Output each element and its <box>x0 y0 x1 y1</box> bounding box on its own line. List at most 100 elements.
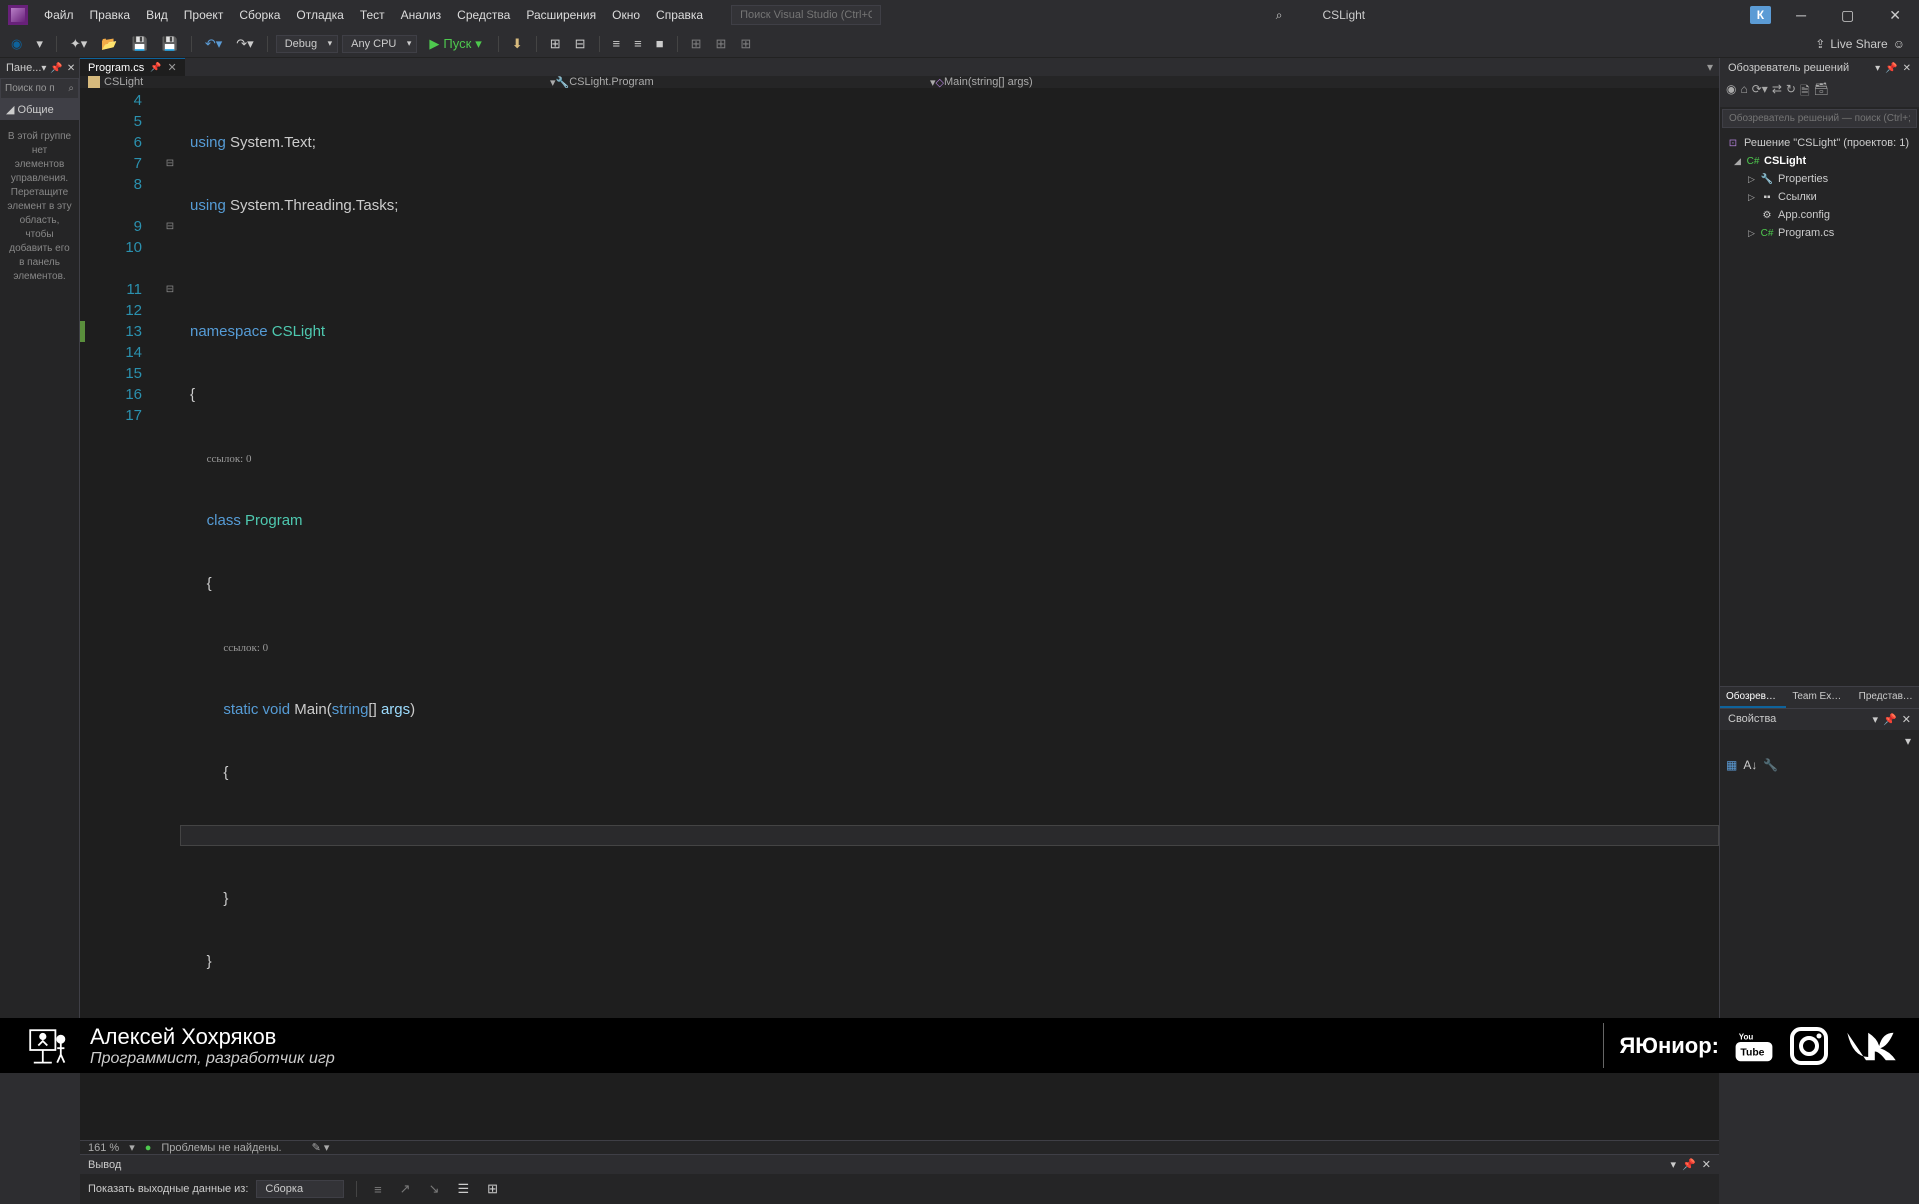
menu-help[interactable]: Справка <box>648 4 711 26</box>
maximize-button[interactable]: ▢ <box>1831 1 1864 30</box>
output-tb-1[interactable]: ≡ <box>369 1179 387 1200</box>
solution-tree[interactable]: ⊡ Решение "CSLight" (проектов: 1) ◢ C# C… <box>1720 130 1919 686</box>
se-close-icon[interactable]: ✕ <box>1903 63 1911 74</box>
pin-icon[interactable]: 📌 <box>50 63 62 74</box>
tab-program[interactable]: Program.cs 📌 ✕ <box>80 58 185 76</box>
props-alpha-icon[interactable]: A↓ <box>1743 758 1757 772</box>
menu-debug[interactable]: Отладка <box>288 4 351 26</box>
menu-tools[interactable]: Средства <box>449 4 518 26</box>
forward-button[interactable]: ▾ <box>31 33 48 55</box>
pin-tab-icon[interactable]: 📌 <box>150 62 161 73</box>
live-share-button[interactable]: ⇪ Live Share ☺ <box>1815 37 1905 51</box>
tb-icon-4[interactable]: ≡ <box>629 33 647 54</box>
breadcrumb[interactable]: CSLight ▾ 🔧 CSLight.Program ▾ ◇ Main(str… <box>80 76 1719 88</box>
output-tb-4[interactable]: ☰ <box>452 1178 474 1200</box>
se-tab-view[interactable]: Представле... <box>1853 687 1919 708</box>
menu-edit[interactable]: Правка <box>82 4 139 26</box>
se-tb-1[interactable]: ⌂ <box>1740 82 1747 103</box>
se-tb-2[interactable]: ⟳▾ <box>1752 82 1768 103</box>
menu-view[interactable]: Вид <box>138 4 176 26</box>
save-all-button[interactable]: 💾 <box>157 33 183 55</box>
global-search[interactable] <box>731 5 881 25</box>
open-button[interactable]: 📂 <box>96 33 122 55</box>
se-tb-4[interactable]: 🗎 <box>1800 82 1810 103</box>
config-dropdown[interactable]: Debug <box>276 35 338 53</box>
se-tab-team[interactable]: Team Explor... <box>1786 687 1852 708</box>
tb-icon-5[interactable]: ■ <box>651 33 669 54</box>
close-tab-icon[interactable]: ✕ <box>167 61 176 74</box>
tb-icon-3[interactable]: ≡ <box>608 33 626 54</box>
props-sort-icon[interactable]: ▾ <box>1905 734 1911 748</box>
global-search-input[interactable] <box>740 9 872 21</box>
tree-appconfig[interactable]: ⚙ App.config <box>1720 206 1919 224</box>
menu-file[interactable]: Файл <box>36 4 82 26</box>
tb-icon-8[interactable]: ⊞ <box>735 33 756 55</box>
tree-solution[interactable]: ⊡ Решение "CSLight" (проектов: 1) <box>1720 134 1919 152</box>
save-button[interactable]: 💾 <box>126 33 152 55</box>
se-tab-explorer[interactable]: Обозревате... <box>1720 687 1786 708</box>
se-tb-5[interactable]: 🗃 <box>1814 82 1829 103</box>
menu-test[interactable]: Тест <box>352 4 393 26</box>
tb-icon-2[interactable]: ⊟ <box>570 33 591 55</box>
back-button[interactable]: ◉ <box>6 33 27 55</box>
output-close-icon[interactable]: ✕ <box>1702 1158 1711 1171</box>
se-refresh-icon[interactable]: ↻ <box>1786 82 1796 103</box>
undo-button[interactable]: ↶▾ <box>200 33 227 55</box>
output-title: Вывод <box>88 1159 121 1171</box>
code-content[interactable]: using System.Text; using System.Threadin… <box>180 88 1719 1140</box>
props-categorized-icon[interactable]: ▦ <box>1726 758 1737 772</box>
menu-project[interactable]: Проект <box>176 4 232 26</box>
toolbox-dropdown-icon[interactable]: ▾ <box>41 63 46 74</box>
presenter-name: Алексей Хохряков <box>90 1024 335 1050</box>
props-pages-icon[interactable]: 🔧 <box>1763 758 1778 772</box>
se-pin-icon[interactable]: 📌 <box>1885 63 1897 74</box>
output-source-dropdown[interactable]: Сборка <box>256 1180 344 1198</box>
menu-analyze[interactable]: Анализ <box>393 4 450 26</box>
se-dropdown-icon[interactable]: ▾ <box>1875 63 1880 74</box>
tb-icon-1[interactable]: ⊞ <box>545 33 566 55</box>
editor-status-bar: 161 %▾ ● Проблемы не найдены. ✎ ▾ <box>80 1140 1719 1154</box>
tree-references[interactable]: ▷ ▪▪ Ссылки <box>1720 188 1919 206</box>
props-dropdown-icon[interactable]: ▾ <box>1873 713 1879 726</box>
tree-project[interactable]: ◢ C# CSLight <box>1720 152 1919 170</box>
step-button[interactable]: ⬇ <box>507 33 528 55</box>
brand-label: ЯЮниор: <box>1619 1033 1719 1059</box>
redo-button[interactable]: ↷▾ <box>231 33 258 55</box>
toolbox-section[interactable]: ◢ Общие <box>0 99 79 120</box>
zoom-level[interactable]: 161 % <box>88 1142 119 1154</box>
tb-icon-7[interactable]: ⊞ <box>710 33 731 55</box>
wrench-icon: 🔧 <box>1760 172 1774 186</box>
new-project-button[interactable]: ✦▾ <box>65 33 92 55</box>
code-editor[interactable]: 4567891011121314151617 ⊟⊟⊟ using System.… <box>80 88 1719 1140</box>
output-tb-3[interactable]: ↘ <box>424 1178 445 1200</box>
tb-icon-6[interactable]: ⊞ <box>686 33 707 55</box>
feedback-icon[interactable]: ☺ <box>1893 37 1905 51</box>
output-pin-icon[interactable]: 📌 <box>1682 1158 1696 1171</box>
toolbar: ◉ ▾ ✦▾ 📂 💾 💾 ↶▾ ↷▾ Debug Any CPU ▶ Пуск … <box>0 30 1919 58</box>
se-home-icon[interactable]: ◉ <box>1726 82 1736 103</box>
se-toolbar: ◉ ⌂ ⟳▾ ⇄ ↻ 🗎 🗃 <box>1720 78 1919 107</box>
start-button[interactable]: ▶ Пуск ▾ <box>421 34 489 54</box>
props-pin-icon[interactable]: 📌 <box>1883 713 1897 726</box>
close-button[interactable]: ✕ <box>1879 1 1911 30</box>
output-dropdown-icon[interactable]: ▾ <box>1671 1158 1677 1171</box>
se-tb-3[interactable]: ⇄ <box>1772 82 1782 103</box>
tree-properties[interactable]: ▷ 🔧 Properties <box>1720 170 1919 188</box>
toolbox-search[interactable]: Поиск по п⌕ <box>0 78 79 99</box>
search-icon[interactable]: ⌕ <box>1266 4 1293 27</box>
output-tb-5[interactable]: ⊞ <box>482 1178 503 1200</box>
platform-dropdown[interactable]: Any CPU <box>342 35 417 53</box>
fold-column[interactable]: ⊟⊟⊟ <box>160 88 180 1140</box>
user-badge[interactable]: К <box>1750 6 1771 24</box>
props-close-icon[interactable]: ✕ <box>1902 713 1911 726</box>
menu-build[interactable]: Сборка <box>231 4 288 26</box>
menu-extensions[interactable]: Расширения <box>518 4 604 26</box>
output-tb-2[interactable]: ↗ <box>395 1178 416 1200</box>
close-icon[interactable]: ✕ <box>67 63 75 74</box>
menu-window[interactable]: Окно <box>604 4 648 26</box>
minimize-button[interactable]: ─ <box>1786 1 1816 29</box>
se-search-input[interactable] <box>1722 109 1917 128</box>
tab-overflow-icon[interactable]: ▾ <box>1701 58 1719 76</box>
properties-panel: Свойства ▾📌✕ ▾ ▦ A↓ 🔧 <box>1720 708 1919 1018</box>
tree-program[interactable]: ▷ C# Program.cs <box>1720 224 1919 242</box>
